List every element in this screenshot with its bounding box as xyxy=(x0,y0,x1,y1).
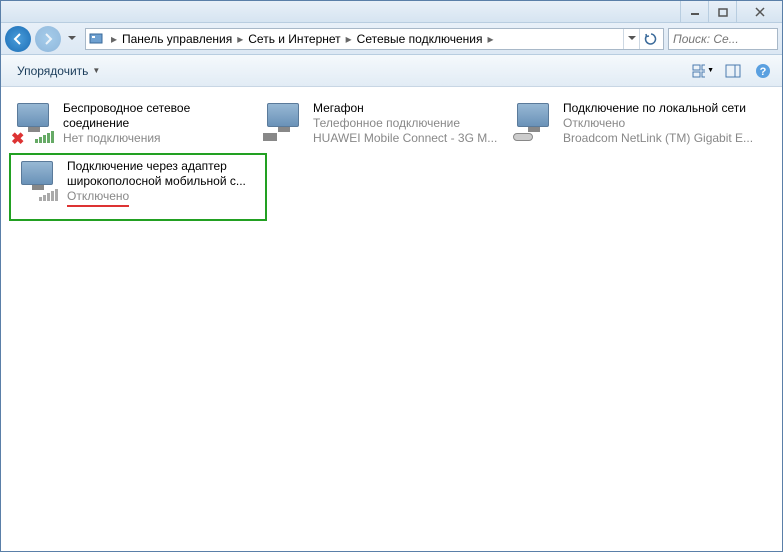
back-button[interactable] xyxy=(5,26,31,52)
connection-title: Подключение по локальной сети xyxy=(563,101,757,116)
connection-title: Мегафон xyxy=(313,101,507,116)
dialup-icon xyxy=(261,101,309,145)
connection-item-dialup[interactable]: Мегафон Телефонное подключение HUAWEI Mo… xyxy=(259,99,509,151)
close-button[interactable] xyxy=(736,1,782,22)
svg-text:?: ? xyxy=(760,66,767,78)
connection-device: Broadcom NetLink (TM) Gigabit E... xyxy=(563,131,757,146)
connection-status: Нет подключения xyxy=(63,131,257,146)
chevron-right-icon[interactable]: ▸ xyxy=(108,32,120,46)
connection-item-mobile-broadband[interactable]: Подключение через адаптер широкополосной… xyxy=(9,153,267,221)
chevron-down-icon: ▼ xyxy=(707,67,714,74)
chevron-right-icon[interactable]: ▸ xyxy=(234,32,246,46)
view-options-button[interactable]: ▼ xyxy=(692,60,714,82)
explorer-window: ▸ Панель управления ▸ Сеть и Интернет ▸ … xyxy=(0,0,783,552)
ethernet-icon xyxy=(511,101,559,145)
titlebar xyxy=(1,1,782,23)
connection-item-ethernet[interactable]: Подключение по локальной сети Отключено … xyxy=(509,99,759,151)
chevron-right-icon[interactable]: ▸ xyxy=(484,32,496,46)
connection-text: Подключение по локальной сети Отключено … xyxy=(563,101,757,146)
nav-row: ▸ Панель управления ▸ Сеть и Интернет ▸ … xyxy=(1,23,782,55)
breadcrumb-item[interactable]: Панель управления xyxy=(120,32,234,46)
organize-label: Упорядочить xyxy=(17,64,88,78)
search-input[interactable] xyxy=(673,32,773,46)
connection-text: Мегафон Телефонное подключение HUAWEI Mo… xyxy=(313,101,507,146)
connection-status: Телефонное подключение xyxy=(313,116,507,131)
breadcrumb-item[interactable]: Сетевые подключения xyxy=(355,32,485,46)
chevron-right-icon[interactable]: ▸ xyxy=(343,32,355,46)
preview-pane-button[interactable] xyxy=(722,60,744,82)
toolbar-right: ▼ ? xyxy=(692,60,774,82)
help-button[interactable]: ? xyxy=(752,60,774,82)
wireless-disconnected-icon: ✖ xyxy=(11,101,59,145)
address-bar[interactable]: ▸ Панель управления ▸ Сеть и Интернет ▸ … xyxy=(85,28,664,50)
minimize-button[interactable] xyxy=(680,1,708,22)
search-box[interactable] xyxy=(668,28,778,50)
maximize-button[interactable] xyxy=(708,1,736,22)
organize-button[interactable]: Упорядочить ▼ xyxy=(9,61,108,81)
connections-content: ✖ Беспроводное сетевое соединение Нет по… xyxy=(1,87,782,551)
connection-title: Беспроводное сетевое соединение xyxy=(63,101,257,131)
control-panel-icon xyxy=(88,31,104,47)
connection-title: Подключение через адаптер широкополосной… xyxy=(67,159,261,189)
connection-status: Отключено xyxy=(563,116,757,131)
connection-text: Беспроводное сетевое соединение Нет подк… xyxy=(63,101,257,146)
refresh-button[interactable] xyxy=(639,29,661,49)
address-dropdown[interactable] xyxy=(623,29,639,49)
forward-button[interactable] xyxy=(35,26,61,52)
breadcrumb-item[interactable]: Сеть и Интернет xyxy=(246,32,342,46)
chevron-down-icon: ▼ xyxy=(92,66,100,75)
breadcrumb: ▸ Панель управления ▸ Сеть и Интернет ▸ … xyxy=(108,32,623,46)
toolbar: Упорядочить ▼ ▼ ? xyxy=(1,55,782,87)
connection-item-wireless[interactable]: ✖ Беспроводное сетевое соединение Нет по… xyxy=(9,99,259,151)
nav-history-dropdown[interactable] xyxy=(65,36,79,41)
connection-text: Подключение через адаптер широкополосной… xyxy=(67,159,261,207)
connection-device: HUAWEI Mobile Connect - 3G M... xyxy=(313,131,507,146)
connection-status: Отключено xyxy=(67,189,261,207)
mobile-broadband-icon xyxy=(15,159,63,203)
